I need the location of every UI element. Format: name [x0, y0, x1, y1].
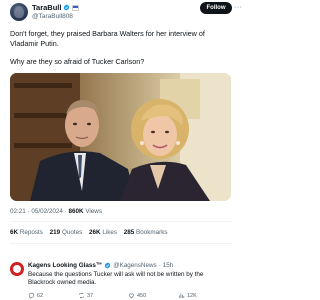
author-name-row: TaraBull: [32, 3, 80, 12]
like-icon: [129, 293, 134, 299]
reply-header: Kagens Looking Glass™ @KagensNews · 15h: [28, 262, 173, 269]
reply-action-reply[interactable]: 62: [28, 292, 43, 299]
tweet-meta: 02:21 · 05/02/2024 · 860K Views: [10, 208, 102, 215]
more-icon[interactable]: ···: [234, 4, 243, 11]
divider: [10, 221, 232, 222]
stat-label: Bookmarks: [136, 229, 168, 236]
reply-age: 15h: [162, 262, 174, 269]
author-avatar[interactable]: [10, 3, 28, 21]
tweet-stats: 6K Reposts 219 Quotes 26K Likes 285 Book…: [10, 229, 173, 236]
tweet-time[interactable]: 02:21: [10, 208, 26, 215]
reply-count: 62: [37, 292, 44, 299]
verified-badge-icon: [104, 262, 111, 269]
photo-illustration: [10, 73, 231, 201]
tweet-date[interactable]: 05/02/2024: [31, 208, 63, 215]
quotes-stat[interactable]: 219 Quotes: [50, 229, 83, 236]
bookmarks-stat[interactable]: 285 Bookmarks: [124, 229, 168, 236]
reply-tweet[interactable]: Kagens Looking Glass™ @KagensNews · 15h …: [10, 262, 232, 300]
stat-count: 6K: [10, 229, 19, 236]
reply-action-repost[interactable]: 37: [78, 292, 93, 299]
stat-label: Quotes: [61, 229, 83, 236]
verified-badge-icon: [64, 4, 70, 11]
author-handle[interactable]: @TaraBull808: [32, 13, 73, 21]
reply-action-like[interactable]: 450: [128, 292, 146, 299]
stat-count: 219: [49, 229, 61, 236]
likes-stat[interactable]: 26K Likes: [89, 229, 117, 236]
tweet-photo[interactable]: [10, 73, 231, 201]
views-count: 12K: [187, 292, 197, 299]
reposts-stat[interactable]: 6K Reposts: [10, 229, 43, 236]
views-label: Views: [85, 208, 102, 215]
flag-icon: [72, 4, 80, 11]
repost-icon: [79, 292, 84, 299]
reply-actions: 62 37 450 12K: [28, 292, 232, 300]
reply-avatar[interactable]: [10, 262, 24, 276]
reply-icon: [28, 292, 35, 299]
views-icon: [179, 293, 185, 298]
tweet-paragraph: Why are they so afraid of Tucker Carlson…: [10, 57, 145, 66]
repost-count: 37: [87, 292, 94, 299]
author-display-name[interactable]: TaraBull: [32, 3, 61, 12]
tweet-header: TaraBull @TaraBull808 Follow ···: [10, 2, 242, 24]
like-count: 450: [137, 292, 147, 299]
reply-text: Because the questions Tucker will ask wi…: [28, 271, 204, 286]
reply-action-views[interactable]: 12K: [178, 292, 197, 299]
tweet-paragraph: Don't forget, they praised Barbara Walte…: [10, 29, 205, 48]
stat-count: 26K: [89, 229, 101, 236]
stat-label: Reposts: [19, 229, 43, 236]
stat-label: Likes: [102, 229, 118, 236]
stat-count: 285: [123, 229, 135, 236]
divider: [10, 243, 232, 244]
reply-display-name[interactable]: Kagens Looking Glass™: [28, 262, 102, 269]
follow-button[interactable]: Follow: [200, 2, 232, 14]
tweet-text: Don't forget, they praised Barbara Walte…: [10, 29, 232, 76]
reply-handle[interactable]: @KagensNews: [113, 262, 157, 269]
views-count: 860K: [68, 208, 84, 215]
reply-separator: ·: [158, 262, 161, 269]
